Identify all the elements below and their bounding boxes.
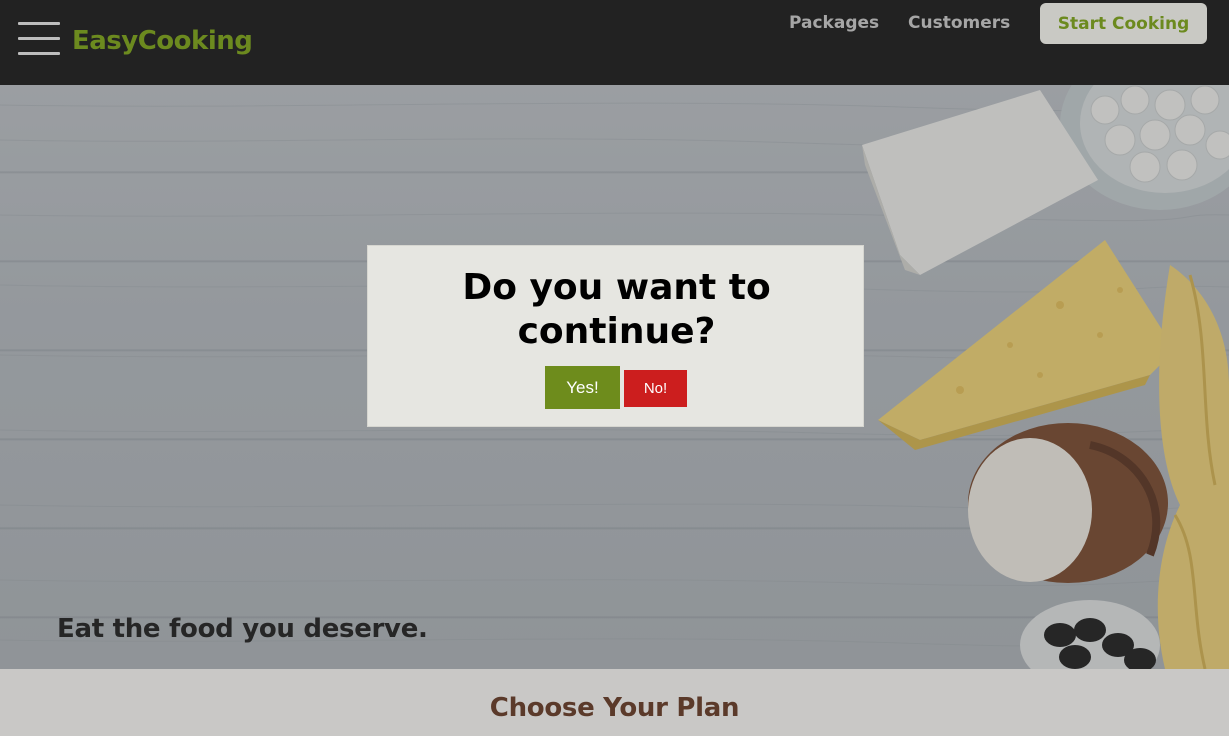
nav-link-packages[interactable]: Packages — [789, 13, 879, 33]
confirm-dialog: Do you want to continue? Yes! No! — [367, 245, 864, 427]
start-cooking-button[interactable]: Start Cooking — [1040, 3, 1207, 44]
hamburger-menu-icon[interactable] — [18, 22, 60, 56]
hero-tagline: Eat the food you deserve. — [57, 614, 428, 644]
no-button[interactable]: No! — [624, 370, 687, 407]
nav-link-customers[interactable]: Customers — [908, 13, 1010, 33]
dialog-title: Do you want to continue? — [462, 267, 771, 352]
plans-title: Choose Your Plan — [489, 693, 740, 723]
plans-section: Choose Your Plan — [0, 669, 1229, 736]
yes-button[interactable]: Yes! — [545, 366, 620, 409]
top-navbar: EasyCooking Packages Customers Start Coo… — [0, 0, 1229, 85]
site-logo[interactable]: EasyCooking — [72, 26, 253, 56]
